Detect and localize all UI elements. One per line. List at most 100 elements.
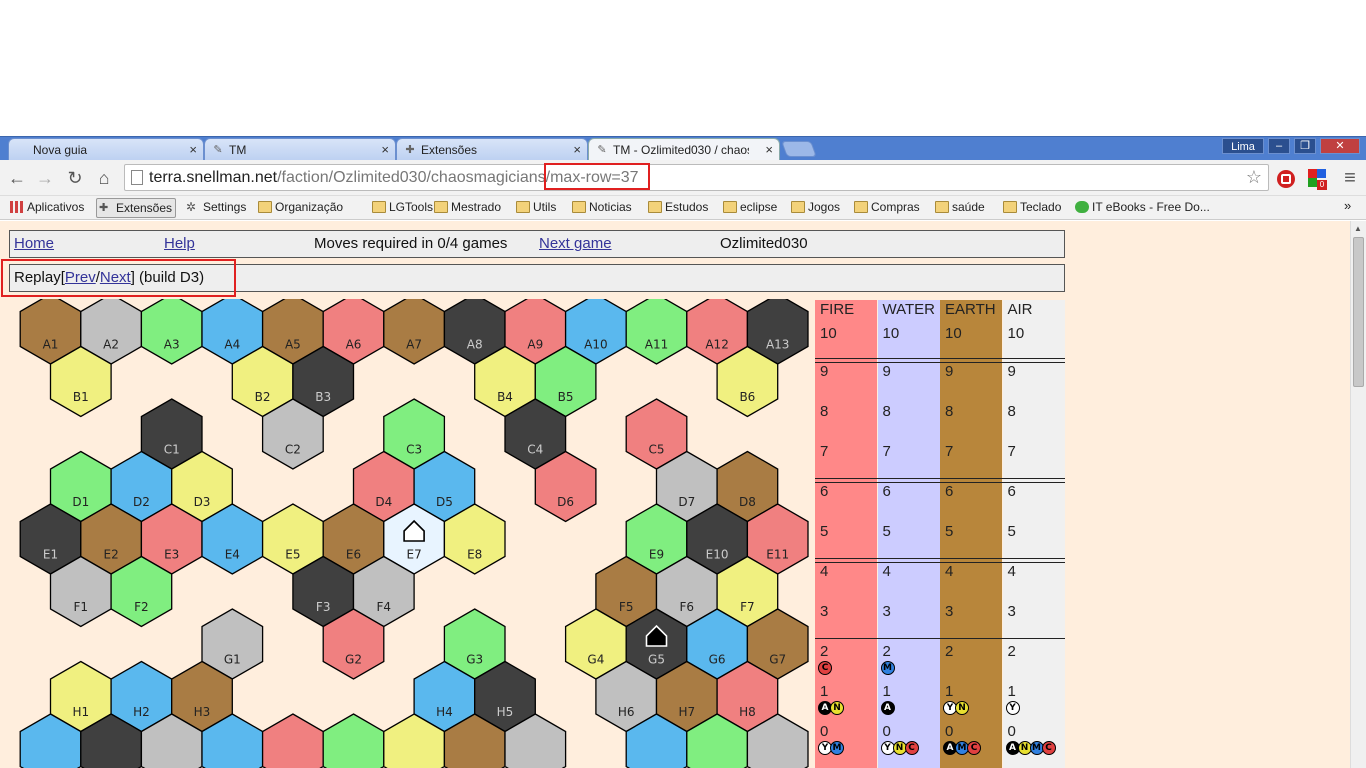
cult-tokens: YM [818, 741, 844, 755]
bookmark-item[interactable]: ✲ Settings [184, 198, 249, 218]
cult-level: 0 [820, 723, 829, 740]
hex-label: H8 [739, 705, 756, 719]
reload-icon[interactable]: ↻ [64, 168, 86, 188]
close-icon[interactable]: × [573, 142, 581, 157]
bookmark-item[interactable]: IT eBooks - Free Do... [1073, 198, 1213, 218]
folder-icon [516, 201, 530, 213]
cult-level: 8 [820, 403, 829, 420]
bookmark-item[interactable]: Compras [852, 198, 923, 218]
forward-arrow-icon[interactable]: → [34, 168, 56, 188]
help-link[interactable]: Help [164, 231, 195, 257]
home-icon[interactable]: ⌂ [93, 168, 115, 188]
hex-label: G3 [466, 653, 483, 667]
hex-tile [383, 299, 446, 365]
tab-nova-guia[interactable]: Nova guia × [8, 138, 204, 161]
hex-label: E11 [766, 548, 789, 562]
hex-label: B5 [558, 390, 574, 404]
close-icon[interactable]: × [189, 142, 197, 157]
blank-page-icon [15, 143, 29, 157]
new-tab-button[interactable] [781, 141, 817, 157]
puzzle-icon: ✚ [405, 144, 415, 156]
address-bar[interactable]: terra.snellman.net/faction/Ozlimited030/… [124, 163, 1269, 191]
bookmark-label: Teclado [1020, 200, 1062, 214]
scrollbar-thumb[interactable] [1353, 237, 1364, 387]
game-id: Ozlimited030 [720, 235, 808, 252]
faction-token: C [1041, 741, 1056, 755]
close-icon[interactable]: × [765, 142, 773, 157]
scroll-up-icon[interactable]: ▲ [1354, 224, 1362, 233]
bookmark-item[interactable]: Noticias [570, 198, 635, 218]
back-arrow-icon[interactable]: ← [6, 168, 28, 188]
close-icon[interactable]: × [381, 142, 389, 157]
vertical-scrollbar[interactable]: ▲ [1350, 221, 1366, 768]
hex-label: A8 [467, 338, 483, 352]
cult-top-value: 10 [882, 325, 900, 342]
bookmark-item[interactable]: Jogos [789, 198, 843, 218]
profile-button[interactable]: Lima [1222, 138, 1264, 154]
map-hex [261, 713, 324, 768]
bookmark-item[interactable]: saúde [933, 198, 988, 218]
hex-label: B2 [255, 390, 271, 404]
bookmark-item[interactable]: Organização [256, 198, 346, 218]
bookmark-item[interactable]: LGTools [370, 198, 436, 218]
home-link[interactable]: Home [14, 231, 54, 257]
bookmark-item[interactable]: Utils [514, 198, 559, 218]
faction-token: N [955, 701, 969, 715]
tab-extensoes[interactable]: ✚ Extensões × [396, 138, 588, 161]
tab-active-game[interactable]: ✎ TM - Ozlimited030 / chaosmagicians × [588, 138, 780, 161]
menu-icon[interactable]: ≡ [1339, 168, 1361, 188]
cult-level: 4 [945, 563, 954, 580]
folder-icon [935, 201, 949, 213]
hex-label: E6 [346, 548, 361, 562]
hex-label: F4 [377, 600, 392, 614]
header-panel: Home Help Moves required in 0/4 games Ne… [9, 230, 1065, 258]
bookmark-label: Utils [533, 200, 557, 214]
cult-level: 7 [1007, 443, 1016, 460]
bookmark-label: Organização [275, 200, 344, 214]
hex-label: H1 [72, 705, 89, 719]
adblock-icon[interactable] [1275, 168, 1297, 190]
next-game-link[interactable]: Next game [539, 231, 612, 257]
extension-color-icon[interactable]: 0 [1307, 168, 1329, 190]
hex-label: A7 [406, 338, 422, 352]
hex-label: D5 [436, 495, 453, 509]
hex-label: E7 [406, 548, 421, 562]
hex-label: C1 [164, 443, 180, 457]
url-highlight-box [544, 163, 650, 190]
cult-level: 1 [882, 683, 891, 700]
tab-tm[interactable]: ✎ TM × [204, 138, 396, 161]
page-icon [131, 170, 143, 185]
puzzle-icon: ✚ [99, 202, 109, 214]
map-hex [322, 713, 385, 768]
restore-icon[interactable]: ❐ [1294, 138, 1316, 154]
folder-icon [723, 201, 737, 213]
cult-level: 9 [1007, 363, 1016, 380]
cult-level: 5 [1007, 523, 1016, 540]
bookmark-item[interactable]: eclipse [721, 198, 780, 218]
bookmark-item[interactable]: Mestrado [432, 198, 504, 218]
bookmark-item[interactable]: Estudos [646, 198, 711, 218]
hex-label: E1 [43, 548, 58, 562]
cult-level: 8 [1007, 403, 1016, 420]
folder-icon [572, 201, 586, 213]
bookmark-item[interactable]: ✚ Extensões [96, 198, 177, 218]
window-close-icon[interactable]: ✕ [1320, 138, 1360, 154]
bookmark-label: Extensões [116, 201, 173, 215]
hex-label: H6 [618, 705, 635, 719]
moves-required-text: Moves required in 0/4 games [314, 235, 508, 252]
green-dot-icon [1075, 201, 1089, 213]
bookmark-item[interactable]: Aplicativos [8, 198, 87, 218]
hex-label: G7 [769, 653, 786, 667]
cult-level: 2 [945, 643, 954, 660]
cult-divider [815, 558, 1065, 563]
bookmark-item[interactable]: Teclado [1001, 198, 1064, 218]
cult-level: 2 [820, 643, 829, 660]
bookmarks-overflow[interactable]: » [1344, 198, 1351, 213]
hex-label: F5 [619, 600, 634, 614]
star-icon[interactable]: ☆ [1246, 165, 1262, 190]
cult-level: 6 [945, 483, 954, 500]
page-content: Home Help Moves required in 0/4 games Ne… [0, 221, 1350, 768]
minimize-icon[interactable]: – [1268, 138, 1290, 154]
hex-label: E9 [649, 548, 664, 562]
hex-label: A4 [224, 338, 240, 352]
